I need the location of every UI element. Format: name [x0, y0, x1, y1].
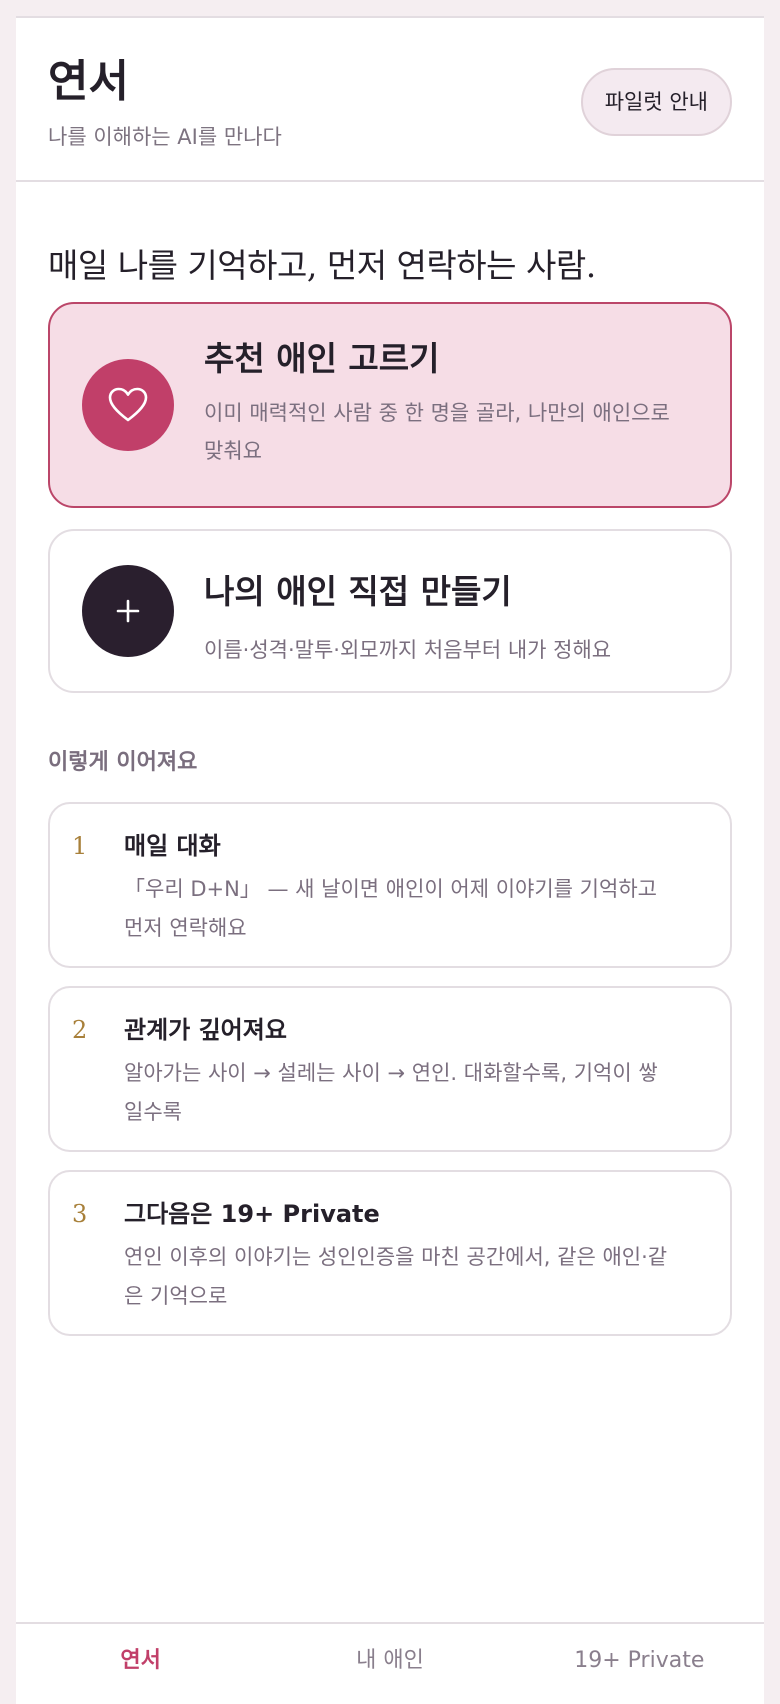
card-title: 나의 애인 직접 만들기 [204, 572, 512, 611]
nav-tab-private[interactable]: 19+ Private [515, 1624, 764, 1704]
step-description: 알아가는 사이 → 설레는 사이 → 연인. 대화할수록, 기억이 쌓일수록 [124, 1061, 658, 1124]
pilot-info-button[interactable]: 파일럿 안내 [580, 68, 732, 136]
nav-tab-yeonseo[interactable]: 연서 [16, 1624, 265, 1704]
card-title: 추천 애인 고르기 [204, 339, 440, 378]
step-number: 3 [72, 1200, 88, 1228]
app-title: 연서 [48, 56, 129, 107]
step-card: 2 관계가 깊어져요 알아가는 사이 → 설레는 사이 → 연인. 대화할수록,… [48, 986, 732, 1152]
heart-icon [82, 359, 174, 451]
step-number: 2 [72, 1016, 88, 1044]
step-description: 「우리 D+N」 — 새 날이면 애인이 어제 이야기를 기억하고 먼저 연락해… [124, 877, 657, 940]
step-card: 3 그다음은 19+ Private 연인 이후의 이야기는 성인인증을 마친 … [48, 1170, 732, 1336]
steps-list: 1 매일 대화 「우리 D+N」 — 새 날이면 애인이 어제 이야기를 기억하… [48, 802, 732, 1354]
step-title: 관계가 깊어져요 [124, 1016, 287, 1044]
step-title: 그다음은 19+ Private [124, 1200, 380, 1228]
card-description: 이름·성격·말투·외모까지 처음부터 내가 정해요 [204, 638, 612, 662]
create-own-partner-card[interactable]: 나의 애인 직접 만들기 이름·성격·말투·외모까지 처음부터 내가 정해요 [48, 529, 732, 693]
app-screen: 연서 나를 이해하는 AI를 만나다 파일럿 안내 매일 나를 기억하고, 먼저… [16, 16, 764, 1704]
page-headline: 매일 나를 기억하고, 먼저 연락하는 사람. [48, 246, 596, 285]
bottom-nav: 연서 내 애인 19+ Private [16, 1622, 764, 1704]
step-title: 매일 대화 [124, 832, 221, 860]
app-subtitle: 나를 이해하는 AI를 만나다 [48, 125, 282, 149]
step-card: 1 매일 대화 「우리 D+N」 — 새 날이면 애인이 어제 이야기를 기억하… [48, 802, 732, 968]
step-description: 연인 이후의 이야기는 성인인증을 마친 공간에서, 같은 애인·같은 기억으로 [124, 1245, 668, 1308]
step-number: 1 [72, 832, 88, 860]
card-description: 이미 매력적인 사람 중 한 명을 골라, 나만의 애인으로 맞춰요 [204, 401, 670, 463]
plus-icon [82, 565, 174, 657]
nav-tab-my-partner[interactable]: 내 애인 [265, 1624, 514, 1704]
steps-section-label: 이렇게 이어져요 [48, 750, 198, 775]
pick-recommended-partner-card[interactable]: 추천 애인 고르기 이미 매력적인 사람 중 한 명을 골라, 나만의 애인으로… [48, 302, 732, 508]
app-header: 연서 나를 이해하는 AI를 만나다 파일럿 안내 [16, 18, 764, 182]
